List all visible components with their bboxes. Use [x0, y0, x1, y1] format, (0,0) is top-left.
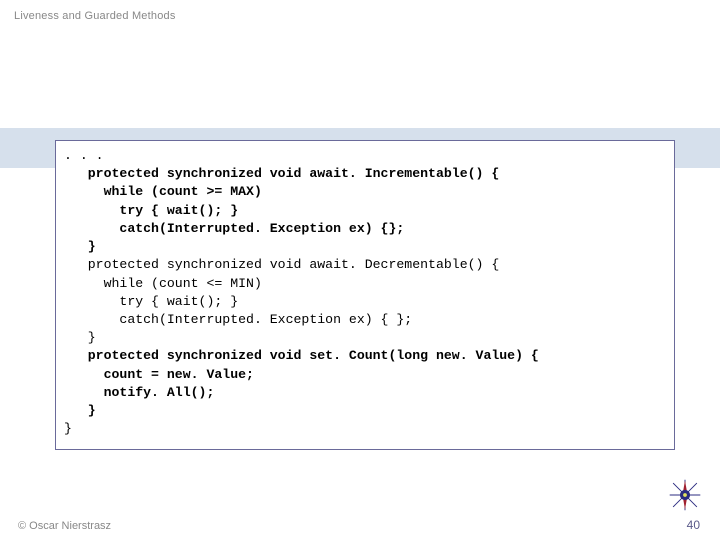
code-line: while (count <= MIN) — [104, 276, 262, 291]
code-line: catch(Interrupted. Exception ex) { }; — [119, 312, 412, 327]
code-line: catch(Interrupted. Exception ex) {}; — [119, 221, 404, 236]
code-block: . . . protected synchronized void await.… — [64, 147, 666, 439]
code-line: protected synchronized void set. Count(l… — [88, 348, 539, 363]
code-line: while (count >= MAX) — [104, 184, 262, 199]
page-number: 40 — [687, 518, 700, 532]
footer-copyright: © Oscar Nierstrasz — [18, 520, 111, 532]
slide-header: Liveness and Guarded Methods — [0, 0, 720, 28]
code-line: } — [88, 330, 96, 345]
code-box: . . . protected synchronized void await.… — [55, 140, 675, 450]
code-line: count = new. Value; — [104, 367, 254, 382]
code-line: notify. All(); — [104, 385, 215, 400]
code-line: } — [88, 239, 96, 254]
compass-icon — [668, 478, 702, 512]
code-line: try { wait(); } — [119, 294, 238, 309]
header-title: Liveness and Guarded Methods — [14, 10, 176, 22]
code-line: try { wait(); } — [119, 203, 238, 218]
code-line: protected synchronized void await. Decre… — [88, 257, 500, 272]
code-line: } — [88, 403, 96, 418]
code-line: . . . — [64, 148, 104, 163]
slide-footer: © Oscar Nierstrasz 40 — [0, 520, 720, 532]
slide: Liveness and Guarded Methods . . . prote… — [0, 0, 720, 540]
code-line: } — [64, 421, 72, 436]
code-line: protected synchronized void await. Incre… — [88, 166, 500, 181]
